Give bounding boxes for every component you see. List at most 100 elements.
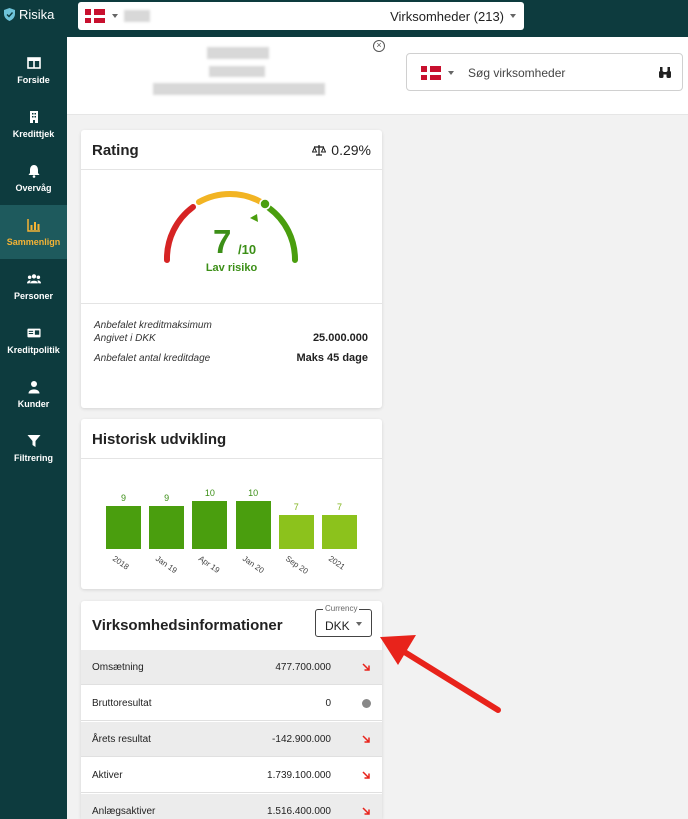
- financial-row-value: -142.900.000: [272, 734, 331, 745]
- credit-max-value: 25.000.000: [312, 332, 368, 344]
- credit-max-label: Anbefalet kreditmaksimum: [94, 320, 212, 331]
- chevron-down-icon: [112, 14, 118, 18]
- sidebar-item-label: Overvåg: [15, 183, 52, 193]
- sidebar-item-label: Sammenlign: [6, 237, 61, 247]
- company-info-card: Virksomhedsinformationer Currency DKK Om…: [81, 601, 382, 819]
- risk-score-max: /10: [238, 242, 257, 257]
- sidebar-item-label: Personer: [13, 291, 54, 301]
- rating-probability: 0.29%: [312, 142, 371, 158]
- risk-label: Lav risiko: [205, 262, 258, 274]
- bar-category-label: Jan 20: [240, 554, 266, 576]
- sidebar: Risika Forside Kredittjek Overvåg Sammen…: [0, 0, 67, 819]
- financial-row-value: 1.516.400.000: [267, 806, 331, 817]
- sidebar-item-sammenlign[interactable]: Sammenlign: [0, 205, 67, 259]
- people-icon: [26, 274, 41, 284]
- redacted-company-address: [153, 83, 325, 95]
- bell-icon: [28, 165, 39, 178]
- sidebar-item-kreditpolitik[interactable]: Kreditpolitik: [0, 326, 67, 366]
- divider: [81, 303, 382, 304]
- rating-card: Rating 0.29% 7 /10 Lav risiko Anbefalet …: [81, 130, 382, 408]
- trend-down-arrow-icon: [362, 735, 370, 743]
- history-bar: [322, 515, 357, 549]
- financial-row: Anlægsaktiver 1.516.400.000: [81, 794, 382, 819]
- bar-value-label: 9: [164, 492, 170, 503]
- history-bar: [192, 501, 228, 549]
- historic-card: Historisk udvikling 9 2018 9 Jan 19 10 Apr 19…: [81, 419, 382, 589]
- bar-value-label: 10: [248, 488, 259, 498]
- columns-icon: [26, 57, 41, 69]
- risk-score: 7: [213, 223, 232, 260]
- currency-value: DKK: [325, 619, 350, 633]
- sidebar-item-label: Kredittjek: [12, 129, 55, 139]
- redacted-text: [124, 10, 150, 22]
- sidebar-item-label: Kunder: [17, 399, 50, 409]
- financial-row-value: 0: [325, 698, 331, 709]
- bar-value-label: 7: [293, 502, 299, 513]
- chevron-down-icon: [510, 14, 516, 18]
- chevron-down-icon: [448, 71, 454, 75]
- company-list-select[interactable]: Virksomheder (213): [78, 2, 524, 30]
- rating-title: Rating: [92, 142, 139, 159]
- credit-max-sublabel: Angivet i DKK: [94, 333, 156, 344]
- sidebar-item-label: Kreditpolitik: [7, 345, 60, 355]
- bar-value-label: 9: [120, 492, 126, 503]
- bar-category-label: 2018: [110, 554, 131, 572]
- sidebar-item-personer[interactable]: Personer: [0, 272, 67, 312]
- financial-row-label: Omsætning: [92, 662, 144, 673]
- sidebar-item-label: Forside: [17, 75, 50, 85]
- credit-days-value: Maks 45 dage: [296, 352, 368, 364]
- financial-row-label: Aktiver: [92, 770, 123, 781]
- redacted-company-id: [209, 66, 265, 77]
- financial-row-label: Anlægsaktiver: [92, 806, 156, 817]
- sidebar-item-kunder[interactable]: Kunder: [0, 380, 67, 420]
- trend-down-arrow-icon: [362, 771, 370, 779]
- trend-down-arrow-icon: [362, 807, 370, 815]
- financial-row-label: Bruttoresultat: [92, 698, 152, 709]
- company-header: × Søg virksomheder: [67, 37, 688, 115]
- bar-category-label: Jan 19: [154, 554, 179, 576]
- financial-row: Årets resultat -142.900.000: [81, 722, 382, 757]
- financial-row: Omsætning 477.700.000: [81, 650, 382, 685]
- scale-icon: [312, 145, 327, 156]
- filter-icon: [27, 435, 40, 447]
- credit-days-label: Anbefalet antal kreditdage: [94, 353, 211, 364]
- annotation-arrow-icon: [380, 635, 501, 713]
- financial-row: Bruttoresultat 0: [81, 686, 382, 721]
- historic-title: Historisk udvikling: [92, 431, 227, 448]
- history-bar: [106, 505, 141, 549]
- financial-row-value: 477.700.000: [275, 662, 331, 673]
- financial-row: Aktiver 1.739.100.000: [81, 758, 382, 793]
- divider: [81, 169, 382, 170]
- sidebar-item-label: Filtrering: [13, 453, 53, 463]
- probability-value: 0.29%: [331, 142, 371, 158]
- user-icon: [28, 381, 39, 394]
- sidebar-item-overvag[interactable]: Overvåg: [0, 164, 67, 204]
- denmark-flag-icon: [421, 66, 441, 80]
- bar-value-label: 10: [204, 488, 215, 498]
- shield-icon: [4, 8, 15, 21]
- brand-name: Risika: [19, 7, 55, 22]
- sidebar-item-forside[interactable]: Forside: [0, 56, 67, 96]
- divider: [81, 458, 382, 459]
- binoculars-icon[interactable]: [658, 66, 672, 79]
- redacted-company-name: [207, 47, 269, 59]
- history-bar: [235, 501, 271, 549]
- bar-category-label: Apr 19: [197, 554, 222, 575]
- history-bar: [149, 505, 185, 549]
- company-search-field[interactable]: Søg virksomheder: [406, 53, 683, 91]
- list-select-label: Virksomheder (213): [390, 9, 504, 24]
- building-icon: [29, 111, 38, 123]
- close-icon[interactable]: ×: [373, 40, 385, 52]
- currency-label: Currency: [323, 604, 360, 613]
- search-placeholder: Søg virksomheder: [468, 66, 566, 80]
- sidebar-item-kredittjek[interactable]: Kredittjek: [0, 110, 67, 150]
- brand-logo[interactable]: Risika: [4, 7, 54, 22]
- chart-icon: [26, 219, 40, 232]
- sidebar-item-filtrering[interactable]: Filtrering: [0, 434, 67, 474]
- company-info-title: Virksomhedsinformationer: [92, 617, 283, 634]
- financial-row-value: 1.739.100.000: [267, 770, 331, 781]
- denmark-flag-icon: [85, 9, 105, 23]
- bar-category-label: Sep 20: [283, 554, 310, 576]
- id-card-icon: [26, 328, 41, 338]
- history-bar: [278, 515, 314, 549]
